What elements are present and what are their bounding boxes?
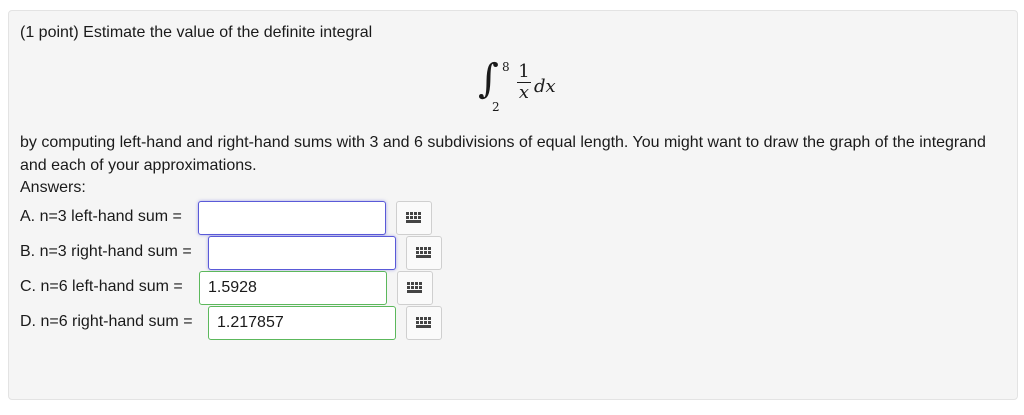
answers-label: Answers:: [20, 179, 86, 196]
answer-c-label: C. n=6 left-hand sum =: [20, 278, 183, 295]
integral-differential: dx: [534, 76, 556, 97]
answer-b-keypad-button[interactable]: [406, 236, 442, 270]
keypad-grid-icon: [407, 282, 423, 294]
integral-sign: ∫: [478, 56, 499, 102]
keypad-grid-icon: [416, 317, 432, 329]
answer-a-label: A. n=3 left-hand sum =: [20, 208, 182, 225]
answer-b-label: B. n=3 right-hand sum =: [20, 243, 192, 260]
answer-c-input[interactable]: [199, 271, 387, 305]
integral-expression: ∫ 8 2 1 x dx: [478, 56, 568, 116]
keypad-grid-icon: [416, 247, 432, 259]
answer-d-input[interactable]: [208, 306, 396, 340]
integral-lower-limit: 2: [492, 100, 500, 114]
problem-prompt: (1 point) Estimate the value of the defi…: [20, 24, 373, 41]
answer-a-keypad-button[interactable]: [396, 201, 432, 235]
answer-d-label: D. n=6 right-hand sum =: [20, 313, 193, 330]
problem-instructions: by computing left-hand and right-hand su…: [20, 134, 986, 174]
fraction-numerator: 1: [518, 61, 530, 82]
answer-c-keypad-button[interactable]: [397, 271, 433, 305]
integrand-fraction: 1 x: [516, 62, 532, 103]
answer-a-input[interactable]: [198, 201, 386, 235]
fraction-denominator: x: [518, 82, 530, 103]
answer-b-input[interactable]: [208, 236, 396, 270]
keypad-grid-icon: [406, 212, 422, 224]
answer-d-keypad-button[interactable]: [406, 306, 442, 340]
integral-upper-limit: 8: [502, 60, 510, 74]
